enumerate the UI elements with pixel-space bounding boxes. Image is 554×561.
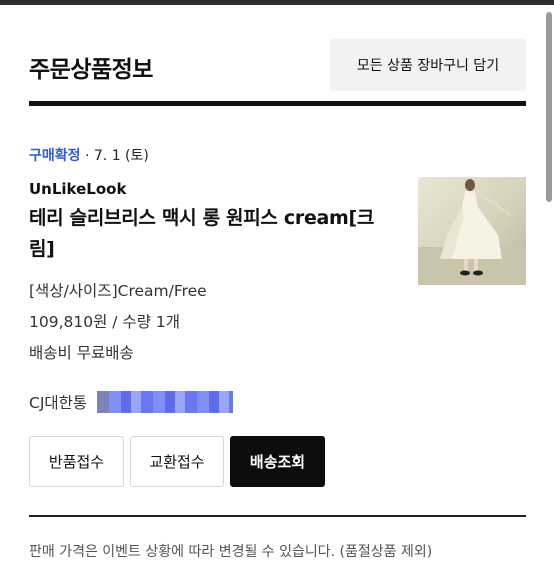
scrollbar[interactable] [546, 12, 552, 202]
price-quantity: 109,810원 / 수량 1개 [29, 313, 181, 331]
dress-photo-icon [418, 177, 526, 285]
brand-name[interactable]: UnLikeLook [29, 180, 126, 198]
order-status: 구매확정 [29, 148, 81, 164]
return-request-button[interactable]: 반품접수 [29, 436, 124, 487]
shipping-fee: 배송비 무료배송 [29, 344, 134, 362]
add-all-to-cart-button[interactable]: 모든 상품 장바구니 담기 [330, 39, 526, 91]
carrier-name: CJ대한통 [29, 394, 88, 412]
exchange-request-button[interactable]: 교환접수 [130, 436, 224, 487]
order-date: · 7. 1 (토) [84, 148, 149, 164]
order-status-row: 구매확정 · 7. 1 (토) [29, 145, 149, 165]
product-thumbnail[interactable] [418, 177, 526, 285]
product-option: [색상/사이즈]Cream/Free [29, 282, 207, 300]
price-notice: 판매 가격은 이벤트 상황에 따라 변경될 수 있습니다. (품절상품 제외) [29, 544, 433, 560]
tracking-row: CJ대한통 [29, 390, 234, 414]
section-divider [29, 101, 526, 106]
product-name[interactable]: 테리 슬리브리스 맥시 롱 원피스 cream[크림] [29, 203, 399, 265]
top-bar [0, 0, 554, 5]
track-delivery-button[interactable]: 배송조회 [230, 436, 325, 487]
tracking-number-redacted [97, 391, 234, 413]
footer-divider [29, 515, 526, 517]
section-title: 주문상품정보 [29, 57, 153, 83]
